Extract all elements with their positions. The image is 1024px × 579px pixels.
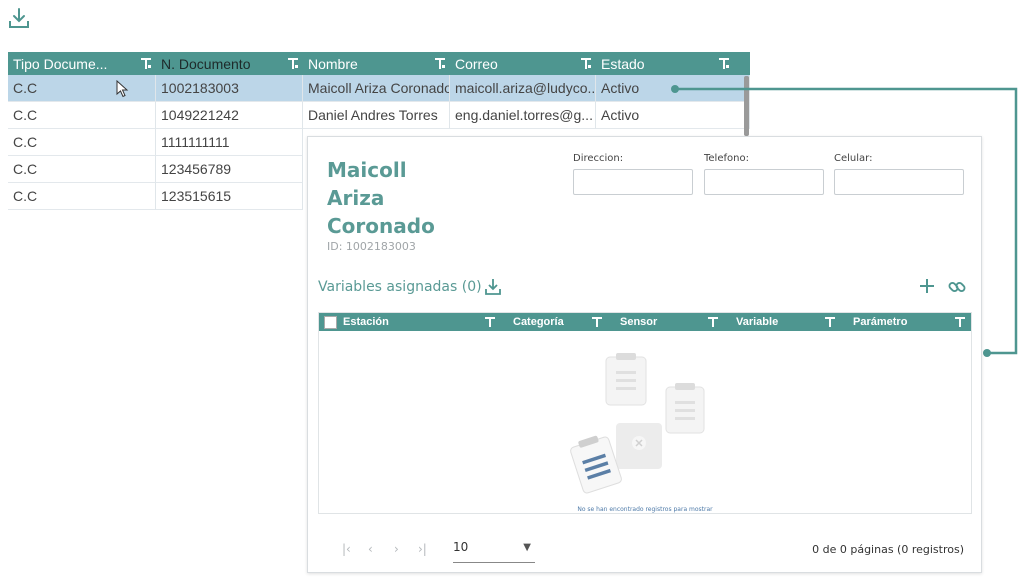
person-id: ID: 1002183003 <box>327 240 416 253</box>
col-variable[interactable]: Variable <box>722 313 839 331</box>
telefono-field[interactable] <box>704 169 824 195</box>
cell: C.C <box>8 129 156 156</box>
filter-icon[interactable] <box>485 316 495 328</box>
col-nombre[interactable]: Nombre <box>303 52 450 75</box>
col-n-documento[interactable]: N. Documento <box>156 52 303 75</box>
pager: |‹ ‹ › ›| 10 ▼ 0 de 0 páginas (0 registr… <box>318 537 970 563</box>
filter-icon[interactable] <box>592 316 602 328</box>
filter-icon[interactable] <box>955 316 965 328</box>
last-page-icon[interactable]: ›| <box>418 542 427 556</box>
empty-message: No se han encontrado registros para most… <box>577 506 713 513</box>
filter-icon[interactable] <box>708 316 718 328</box>
cell: maicoll.ariza@ludyco... <box>450 75 596 102</box>
col-sensor[interactable]: Sensor <box>606 313 722 331</box>
cell: Daniel Andres Torres <box>303 102 450 129</box>
col-parametro[interactable]: Parámetro <box>839 313 969 331</box>
variables-table-header: Estación Categoría Sensor Variable Parám… <box>319 313 971 331</box>
first-page-icon[interactable]: |‹ <box>342 542 351 556</box>
filter-icon[interactable] <box>580 57 592 70</box>
cell: C.C <box>8 102 156 129</box>
empty-state-illustration <box>570 353 705 494</box>
col-estado[interactable]: Estado <box>596 52 750 75</box>
filter-icon[interactable] <box>287 57 299 70</box>
cell: 1111111111 <box>156 129 303 156</box>
cell: 123515615 <box>156 183 303 210</box>
cell: C.C <box>8 183 156 210</box>
celular-label: Celular: <box>834 153 873 164</box>
col-estacion[interactable]: Estación <box>319 313 499 331</box>
variables-table: Estación Categoría Sensor Variable Parám… <box>318 312 972 514</box>
col-tipo-documento[interactable]: Tipo Docume... <box>8 52 156 75</box>
select-all-checkbox[interactable] <box>324 315 337 329</box>
col-categoria[interactable]: Categoría <box>499 313 606 331</box>
user-detail-card: Maicoll Ariza Coronado ID: 1002183003 Di… <box>307 136 982 573</box>
cell: 123456789 <box>156 156 303 183</box>
direccion-label: Direccion: <box>573 153 624 164</box>
download-icon[interactable] <box>6 6 32 32</box>
filter-icon[interactable] <box>140 57 152 70</box>
variables-title: Variables asignadas (0) <box>318 279 482 295</box>
add-icon[interactable] <box>917 276 937 296</box>
table-header: Tipo Docume... N. Documento Nombre Corre… <box>8 52 750 75</box>
chevron-down-icon: ▼ <box>523 542 531 553</box>
cell: Maicoll Ariza Coronado <box>303 75 450 102</box>
page-info: 0 de 0 páginas (0 registros) <box>812 543 964 556</box>
cell: 1002183003 <box>156 75 303 102</box>
telefono-label: Telefono: <box>704 153 749 164</box>
page-size-select[interactable]: 10 ▼ <box>453 540 535 563</box>
prev-page-icon[interactable]: ‹ <box>368 542 373 556</box>
filter-icon[interactable] <box>434 57 446 70</box>
person-name: Maicoll Ariza Coronado <box>327 158 435 238</box>
next-page-icon[interactable]: › <box>394 542 399 556</box>
celular-field[interactable] <box>834 169 964 195</box>
table-row[interactable]: C.C 1049221242 Daniel Andres Torres eng.… <box>8 102 750 129</box>
direccion-field[interactable] <box>573 169 693 195</box>
filter-icon[interactable] <box>825 316 835 328</box>
cursor-icon <box>116 80 129 98</box>
filter-icon[interactable] <box>718 57 730 70</box>
cell: eng.daniel.torres@g... <box>450 102 596 129</box>
cell: C.C <box>8 75 156 102</box>
cell: C.C <box>8 156 156 183</box>
link-icon[interactable] <box>946 276 968 298</box>
download-icon[interactable] <box>483 277 503 297</box>
col-correo[interactable]: Correo <box>450 52 596 75</box>
cell: 1049221242 <box>156 102 303 129</box>
